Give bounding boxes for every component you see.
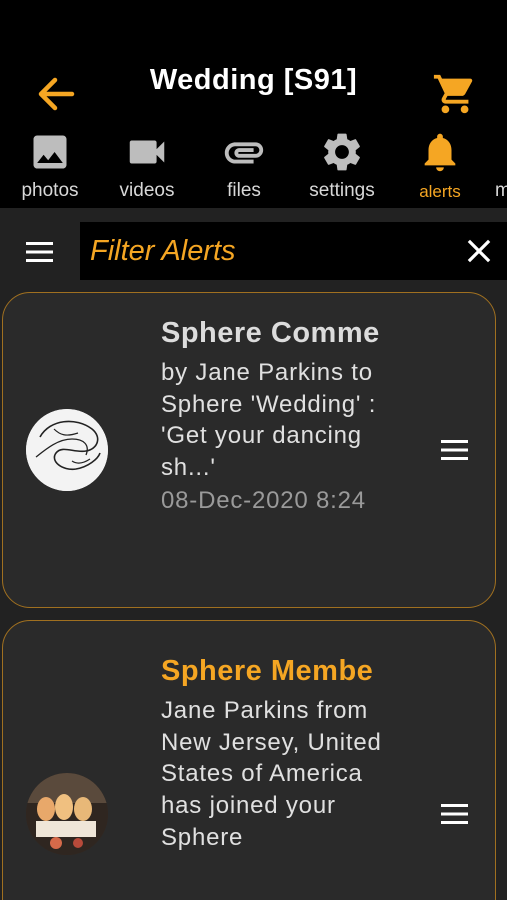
filter-field: [80, 222, 507, 280]
image-icon: [33, 135, 67, 169]
cart-button[interactable]: [430, 70, 480, 118]
hamburger-menu-icon: [26, 242, 53, 262]
gear-icon: [324, 133, 360, 171]
hamburger-menu-icon: [441, 804, 468, 824]
alert-text: Sphere Comme by Jane Parkins to Sphere '…: [161, 315, 385, 518]
menu-button[interactable]: [18, 230, 62, 274]
tab-label: files: [227, 180, 261, 201]
tab-label: settings: [309, 180, 375, 201]
alert-menu-button[interactable]: [433, 428, 477, 472]
alert-card[interactable]: Sphere Comme by Jane Parkins to Sphere '…: [2, 292, 496, 608]
alert-title: Sphere Membe: [161, 655, 374, 687]
tab-videos[interactable]: videos: [97, 128, 197, 208]
tab-files[interactable]: files: [194, 128, 294, 208]
alert-text: Sphere Membe Jane Parkins from New Jerse…: [161, 653, 385, 854]
clear-filter-button[interactable]: [458, 230, 500, 272]
tab-label: m: [495, 180, 507, 201]
filter-bar: [0, 222, 507, 280]
alert-body: Jane Parkins from New Jersey, United Sta…: [161, 697, 382, 851]
tab-photos[interactable]: photos: [0, 128, 100, 208]
app-screen: Wedding [S91] photos videos files settin…: [0, 0, 507, 900]
hamburger-menu-icon: [441, 440, 468, 460]
alert-title: Sphere Comme: [161, 317, 380, 349]
video-camera-icon: [129, 140, 165, 164]
alert-date: 08-Dec-2020 8:24: [161, 486, 366, 514]
avatar: [26, 409, 108, 491]
alerts-panel: Sphere Comme by Jane Parkins to Sphere '…: [0, 208, 507, 900]
avatar: [26, 773, 108, 855]
tab-bar: photos videos files settings alerts m: [0, 128, 507, 208]
alert-menu-button[interactable]: [433, 792, 477, 836]
sketch-avatar-icon: [26, 409, 108, 491]
tab-settings[interactable]: settings: [292, 128, 392, 208]
cart-icon: [433, 74, 473, 114]
tab-label: videos: [119, 180, 175, 201]
alert-card[interactable]: Sphere Membe Jane Parkins from New Jerse…: [2, 620, 496, 900]
close-icon: [467, 239, 491, 263]
tab-label: photos: [21, 180, 79, 201]
filter-input[interactable]: [90, 228, 450, 274]
wedding-drinks-avatar-icon: [26, 773, 108, 855]
alert-body: by Jane Parkins to Sphere 'Wedding' : 'G…: [161, 359, 377, 482]
paperclip-icon: [224, 142, 264, 164]
tab-more[interactable]: m: [445, 128, 507, 208]
app-header: Wedding [S91]: [0, 0, 507, 130]
